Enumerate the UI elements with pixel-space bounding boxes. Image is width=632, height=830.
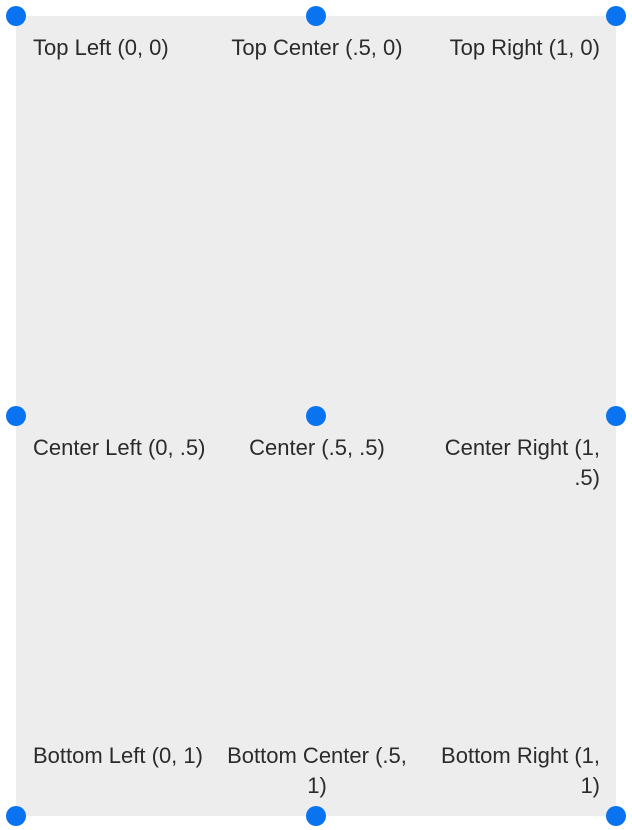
- handle-center-right[interactable]: [606, 406, 626, 426]
- handle-center[interactable]: [306, 406, 326, 426]
- label-bottom-right: Bottom Right (1, 1): [441, 743, 600, 798]
- handle-top-right[interactable]: [606, 6, 626, 26]
- handle-top-left[interactable]: [6, 6, 26, 26]
- label-bottom-center: Bottom Center (.5, 1): [227, 743, 407, 798]
- label-center-left: Center Left (0, .5): [33, 435, 206, 460]
- handle-bottom-left[interactable]: [6, 806, 26, 826]
- label-center-right: Center Right (1, .5): [444, 435, 600, 490]
- label-top-right: Top Right (1, 0): [449, 35, 600, 60]
- handle-bottom-center[interactable]: [306, 806, 326, 826]
- label-bottom-left: Bottom Left (0, 1): [33, 743, 203, 768]
- label-top-center: Top Center (.5, 0): [231, 35, 403, 60]
- label-top-left: Top Left (0, 0): [33, 35, 169, 60]
- anchor-point-diagram: Top Left (0, 0) Top Center (.5, 0) Top R…: [0, 0, 632, 830]
- handle-center-left[interactable]: [6, 406, 26, 426]
- handle-bottom-right[interactable]: [606, 806, 626, 826]
- label-center: Center (.5, .5): [249, 435, 385, 460]
- handle-top-center[interactable]: [306, 6, 326, 26]
